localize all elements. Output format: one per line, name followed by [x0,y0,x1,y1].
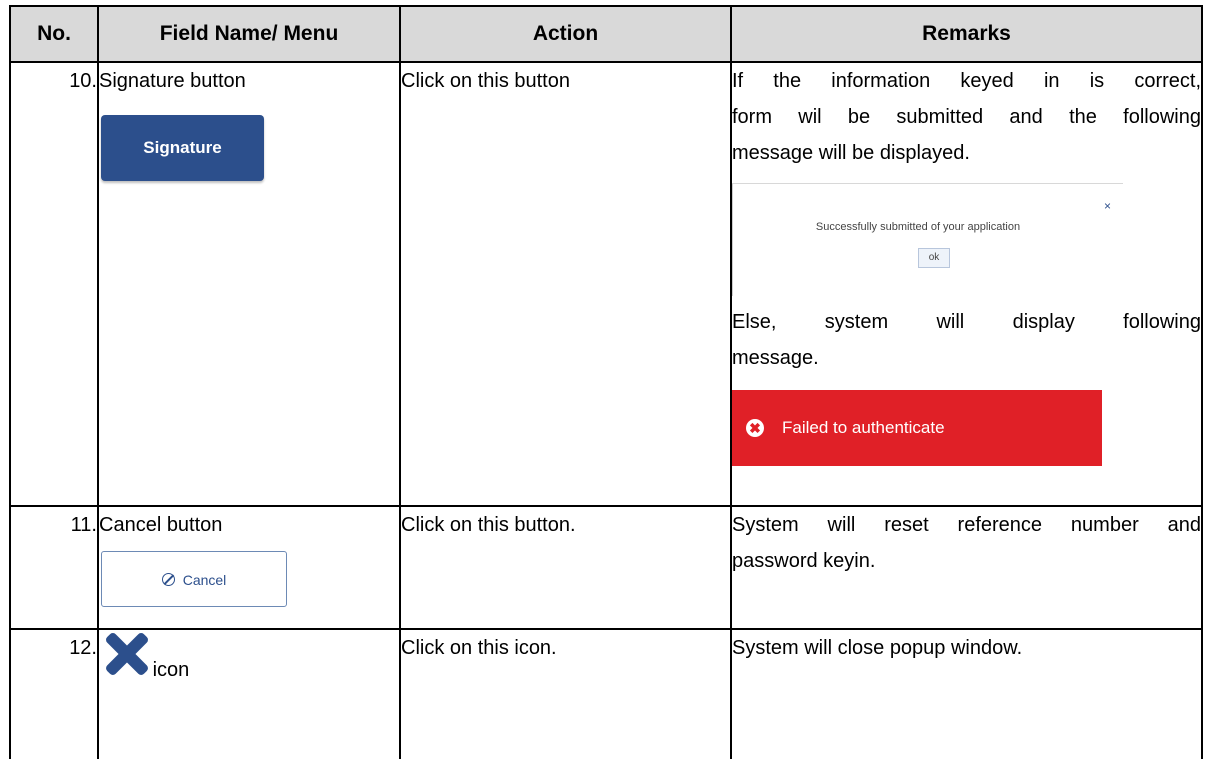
row-number: 10. [9,61,99,507]
row-number: 12. [9,628,99,759]
remarks-cell: If the information keyed in is correct, … [730,61,1203,507]
field-cell: Signature button Signature [97,61,401,507]
table-row: 12. icon Click on this icon. System will… [9,628,1203,759]
action-text: Click on this button [399,61,732,507]
field-cell: icon [97,628,401,759]
remarks-line: System will close popup window. [732,637,1023,659]
header-field-name: Field Name/ Menu [97,5,401,63]
remarks-cell: System will reset reference number and p… [730,505,1203,630]
instruction-table: No. Field Name/ Menu Action Remarks 10. … [9,5,1203,759]
remarks-line: message. [732,347,819,369]
error-message: Failed to authenticate [782,418,945,437]
ban-icon [161,573,175,586]
header-no: No. [9,5,99,63]
cancel-button-label: Cancel [182,572,227,588]
field-name: icon [152,659,190,681]
remarks-line: form wil be submitted and the following [732,106,1201,128]
error-banner: ✖ Failed to authenticate [732,390,1102,466]
field-name: Signature button [99,70,246,92]
remarks-line: System will reset reference number and [732,514,1201,536]
popup-ok-button[interactable]: ok [918,248,950,268]
remarks-line: If the information keyed in is correct, [732,70,1201,92]
remarks-line: password keyin. [732,550,876,572]
success-popup: × Successfully submitted of your applica… [732,183,1123,296]
row-number: 11. [9,505,99,630]
remarks-line: Else, system will display following [732,311,1201,333]
header-remarks: Remarks [730,5,1203,63]
remarks-cell: System will close popup window. [730,628,1203,759]
popup-message: Successfully submitted of your applicati… [815,221,1021,233]
signature-button[interactable]: Signature [101,115,264,181]
action-text: Click on this icon. [399,628,732,759]
action-text: Click on this button. [399,505,732,630]
remarks-line: message will be displayed. [732,142,970,164]
field-name: Cancel button [99,514,223,536]
close-x-icon[interactable] [101,630,150,677]
popup-close-icon[interactable]: × [1104,200,1111,212]
table-row: 10. Signature button Signature Click on … [9,61,1203,507]
error-x-icon: ✖ [746,419,764,437]
header-row: No. Field Name/ Menu Action Remarks [9,5,1203,63]
table-row: 11. Cancel button Cancel Click on this b… [9,505,1203,630]
field-cell: Cancel button Cancel [97,505,401,630]
header-action: Action [399,5,732,63]
cancel-button[interactable]: Cancel [101,551,287,607]
